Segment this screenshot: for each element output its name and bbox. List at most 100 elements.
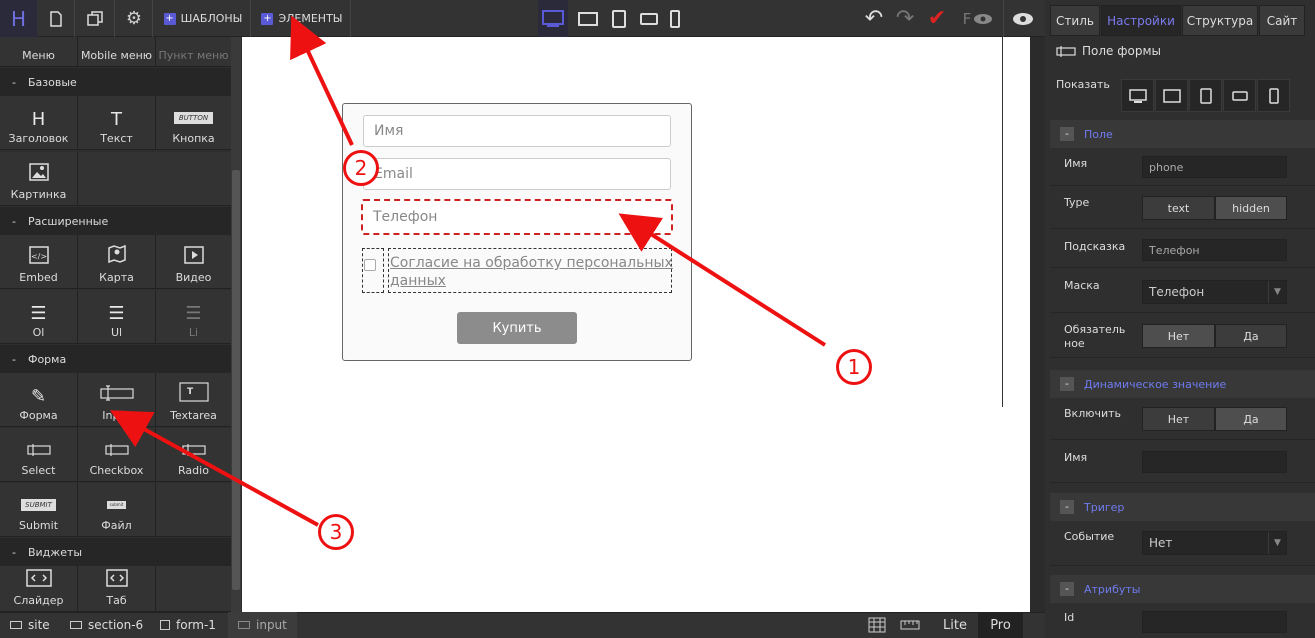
tab-structure[interactable]: Структура xyxy=(1182,5,1258,36)
tablet-landscape-view-icon[interactable] xyxy=(636,0,662,37)
required-no-button[interactable]: Нет xyxy=(1142,324,1215,348)
element-submit[interactable]: SUBMIT Submit xyxy=(0,483,78,537)
name-label: Имя xyxy=(1064,157,1088,170)
element-map[interactable]: Карта xyxy=(78,235,156,289)
mask-label: Маска xyxy=(1064,279,1100,292)
enable-yes-button[interactable]: Да xyxy=(1215,407,1287,431)
consent-label[interactable]: Согласие на обработку персональных данны… xyxy=(390,254,674,290)
left-scroll-thumb[interactable] xyxy=(232,170,240,590)
tab-settings[interactable]: Настройки xyxy=(1101,5,1181,36)
breadcrumb-form[interactable]: form-1 xyxy=(160,612,216,638)
elements-button[interactable]: + ЭЛЕМЕНТЫ xyxy=(256,0,348,37)
grid-icon[interactable] xyxy=(868,612,886,638)
email-input[interactable]: Email xyxy=(363,158,671,190)
required-yes-button[interactable]: Да xyxy=(1215,324,1287,348)
list-icon: ☰ xyxy=(30,303,47,324)
pro-mode-button[interactable]: Pro xyxy=(978,612,1023,638)
form-icon xyxy=(160,620,170,630)
element-form[interactable]: ✎ Форма xyxy=(0,373,78,427)
show-desktop-icon[interactable] xyxy=(1121,79,1154,112)
element-select[interactable]: Select xyxy=(0,428,78,482)
laptop-view-icon[interactable] xyxy=(575,0,601,37)
canvas-boundary xyxy=(1002,37,1003,407)
element-text[interactable]: T Текст xyxy=(78,96,156,150)
element-ul[interactable]: ☰ Ul xyxy=(78,290,156,344)
element-slider[interactable]: Слайдер xyxy=(0,566,78,612)
canvas-scrollbar[interactable] xyxy=(1030,37,1045,612)
chevron-down-icon: ▼ xyxy=(1268,532,1286,554)
show-mobile-icon[interactable] xyxy=(1257,79,1290,112)
element-video[interactable]: Видео xyxy=(156,235,232,289)
preview-eye-icon[interactable] xyxy=(1006,0,1040,37)
dyn-name-field[interactable] xyxy=(1142,451,1287,473)
save-check-icon[interactable]: ✔ xyxy=(922,0,952,37)
section-extended[interactable]: - Расширенные xyxy=(0,207,231,235)
section-trigger[interactable]: - Тригер xyxy=(1050,493,1315,521)
id-field[interactable] xyxy=(1142,611,1287,633)
text-icon: T xyxy=(111,109,122,130)
consent-checkbox[interactable] xyxy=(364,259,376,271)
type-label: Type xyxy=(1064,196,1090,209)
element-mobile-menu[interactable]: Mobile меню xyxy=(78,37,156,67)
breadcrumb-site[interactable]: site xyxy=(10,612,50,638)
element-menu[interactable]: Меню xyxy=(0,37,78,67)
section-form[interactable]: - Форма xyxy=(0,345,231,373)
annotation-badge-3: 3 xyxy=(318,514,354,550)
enable-no-button[interactable]: Нет xyxy=(1142,407,1215,431)
plus-icon: + xyxy=(163,12,176,25)
event-select[interactable]: Нет ▼ xyxy=(1142,531,1287,555)
dyn-name-label: Имя xyxy=(1064,451,1088,464)
breadcrumb-input[interactable]: input xyxy=(228,612,297,638)
element-li[interactable]: ☰ Li xyxy=(156,290,232,344)
empty-tile xyxy=(156,566,232,612)
lite-mode-button[interactable]: Lite xyxy=(934,612,976,638)
element-radio[interactable]: Radio xyxy=(156,428,232,482)
show-tablet-landscape-icon[interactable] xyxy=(1223,79,1256,112)
templates-button[interactable]: + ШАБЛОНЫ xyxy=(158,0,248,37)
element-button[interactable]: BUTTON Кнопка xyxy=(156,96,232,150)
element-embed[interactable]: </> Embed xyxy=(0,235,78,289)
section-field[interactable]: - Поле xyxy=(1050,120,1315,148)
mask-select[interactable]: Телефон ▼ xyxy=(1142,280,1287,304)
input-icon xyxy=(1056,46,1076,57)
required-label: Обязательное xyxy=(1064,323,1126,350)
element-input[interactable]: Input xyxy=(78,373,156,427)
svg-text:T: T xyxy=(187,387,194,397)
breadcrumb-section[interactable]: section-6 xyxy=(70,612,143,638)
element-heading[interactable]: H Заголовок xyxy=(0,96,78,150)
mobile-view-icon[interactable] xyxy=(664,0,686,37)
logo[interactable]: H xyxy=(0,0,37,37)
new-page-icon[interactable] xyxy=(40,0,72,37)
element-menu-item[interactable]: Пункт меню xyxy=(156,37,232,67)
svg-text:</>: </> xyxy=(30,252,46,261)
element-ol[interactable]: ☰ Ol xyxy=(0,290,78,344)
tablet-view-icon[interactable] xyxy=(606,0,632,37)
type-hidden-button[interactable]: hidden xyxy=(1215,196,1287,220)
section-dynamic-value[interactable]: - Динамическое значение xyxy=(1050,370,1315,398)
element-image[interactable]: Картинка xyxy=(0,152,78,206)
element-textarea[interactable]: T Textarea xyxy=(156,373,232,427)
preview-f-button[interactable]: F xyxy=(956,0,1000,37)
redo-icon[interactable]: ↷ xyxy=(890,0,920,37)
hint-field[interactable]: Телефон xyxy=(1142,239,1287,261)
element-tab[interactable]: Таб xyxy=(78,566,156,612)
section-attributes[interactable]: - Атрибуты xyxy=(1050,575,1315,603)
element-checkbox[interactable]: Checkbox xyxy=(78,428,156,482)
undo-icon[interactable]: ↶ xyxy=(858,0,890,37)
name-input[interactable]: Имя xyxy=(363,115,671,147)
type-text-button[interactable]: text xyxy=(1142,196,1215,220)
section-basic[interactable]: - Базовые xyxy=(0,68,231,96)
element-file[interactable]: submit Файл xyxy=(78,483,156,537)
tab-site[interactable]: Сайт xyxy=(1259,5,1305,36)
ruler-icon[interactable] xyxy=(900,612,920,638)
gear-icon[interactable]: ⚙ xyxy=(118,0,150,37)
tab-style[interactable]: Стиль xyxy=(1050,5,1100,36)
name-field[interactable]: phone xyxy=(1142,156,1287,178)
phone-input-selected[interactable]: Телефон xyxy=(361,199,673,235)
section-widgets[interactable]: - Виджеты xyxy=(0,538,231,566)
buy-button[interactable]: Купить xyxy=(457,312,577,344)
show-tablet-icon[interactable] xyxy=(1189,79,1222,112)
show-laptop-icon[interactable] xyxy=(1155,79,1188,112)
copy-icon[interactable] xyxy=(78,0,112,37)
desktop-view-icon[interactable] xyxy=(538,0,568,37)
